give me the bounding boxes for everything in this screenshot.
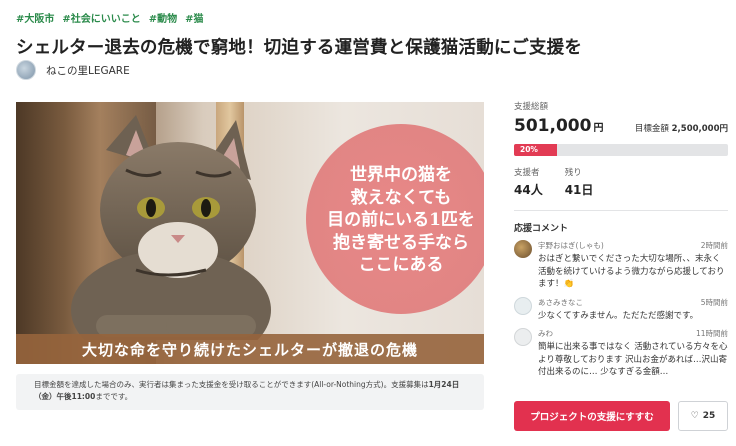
progress-percent: 20% — [520, 145, 538, 154]
tag-cats[interactable]: #猫 — [185, 10, 203, 25]
divider — [514, 210, 728, 211]
circle-line-5: ここにある — [358, 255, 444, 275]
funding-panel: 支援総額 501,000 円 目標金額 2,500,000円 20% 支援者 44… — [514, 100, 728, 378]
comment-time: 5時間前 — [700, 297, 728, 307]
supporters-value: 44人 — [514, 183, 543, 197]
circle-line-2: 救えなくても — [350, 187, 452, 208]
comment-text: 簡単に出来る事ではなく 活動されている方々を心より尊敬しております 沢山お金があ… — [538, 342, 728, 377]
circle-text: 世界中の猫を 救えなくても 目の前にいる1匹を 抱き寄せる手なら ここにある — [306, 164, 484, 277]
remaining-stat: 残り 41日 — [565, 166, 594, 198]
commenter-name: 宇野おはぎ(しゃも) — [538, 241, 604, 250]
default-avatar-icon — [514, 296, 532, 315]
commenter-name: あさみきなこ — [538, 297, 583, 307]
tag-list: #大阪市 #社会にいいこと #動物 #猫 — [16, 10, 204, 25]
project-title: シェルター退去の危機で窮地！切迫する運営費と保護猫活動にご支援を — [16, 38, 583, 58]
circle-line-4: 抱き寄せる手なら — [333, 232, 469, 253]
total-label: 支援総額 — [514, 102, 549, 112]
tag-animals[interactable]: #動物 — [149, 10, 177, 25]
cat-illustration — [71, 115, 271, 340]
project-owner[interactable]: ねこの里LEGARE — [16, 60, 130, 80]
message-circle: 世界中の猫を 救えなくても 目の前にいる1匹を 抱き寄せる手なら ここにある — [306, 124, 484, 314]
goal-amount: 目標金額 2,500,000円 — [635, 122, 728, 134]
tag-social-good[interactable]: #社会にいいこと — [62, 10, 140, 25]
remaining-label: 残り — [564, 168, 582, 178]
commenter-avatar — [514, 240, 532, 258]
comments-title: 応援コメント — [514, 224, 569, 234]
comment-item[interactable]: あさみきなこ 5時間前 少なくてすみません。ただただ感謝です。 — [514, 296, 728, 323]
comment-time: 2時間前 — [700, 241, 728, 250]
notice-suffix: までです。 — [95, 392, 133, 401]
circle-line-1: 世界中の猫を — [350, 165, 452, 185]
total-value: 501,000 — [514, 116, 592, 136]
remaining-value: 41日 — [564, 183, 594, 197]
stats: 支援者 44人 残り 41日 — [514, 166, 728, 198]
total-amount: 501,000 円 — [514, 116, 603, 136]
owner-avatar[interactable] — [16, 60, 36, 80]
commenter-name: みわ — [538, 329, 553, 338]
favorite-count: 25 — [702, 411, 716, 421]
supporters-stat: 支援者 44人 — [514, 166, 543, 198]
hero-banner: 大切な命を守り続けたシェルターが撤退の危機 — [16, 334, 484, 364]
comment-item[interactable]: みわ 11時間前 簡単に出来る事ではなく 活動されている方々を心より尊敬しておりま… — [514, 328, 728, 378]
hero-image: 世界中の猫を 救えなくても 目の前にいる1匹を 抱き寄せる手なら ここにある 大… — [16, 102, 484, 364]
comment-text: 少なくてすみません。ただただ感謝です。 — [538, 310, 699, 321]
goal-label: 目標金額 — [634, 124, 669, 134]
circle-line-3: 目の前にいる1匹を — [327, 210, 475, 230]
banner-text: 大切な命を守り続けたシェルターが撤退の危機 — [81, 340, 418, 359]
comment-item[interactable]: 宇野おはぎ(しゃも) 2時間前 おはぎと繋いでくださった大切な場所、、末永く活動を… — [514, 240, 728, 291]
goal-value: 2,500,000円 — [671, 124, 728, 134]
favorite-button[interactable]: ♡ 25 — [678, 401, 728, 431]
comment-text: おはぎと繋いでくださった大切な場所、、末永く活動を続けていけるよう微力ながら応援… — [538, 254, 725, 289]
default-avatar-icon — [514, 328, 532, 346]
progress-bar: 20% — [514, 144, 728, 156]
heart-icon: ♡ — [690, 411, 699, 421]
support-project-button[interactable]: プロジェクトの支援にすすむ — [514, 401, 670, 431]
total-unit: 円 — [593, 123, 604, 134]
comment-time: 11時間前 — [695, 329, 728, 338]
supporters-label: 支援者 — [514, 168, 540, 178]
funding-notice: 目標金額を達成した場合のみ、実行者は集まった支援金を受け取ることができます(Al… — [16, 374, 484, 410]
owner-name[interactable]: ねこの里LEGARE — [46, 63, 130, 78]
notice-text: 目標金額を達成した場合のみ、実行者は集まった支援金を受け取ることができます(Al… — [34, 380, 429, 389]
tag-osaka[interactable]: #大阪市 — [16, 10, 54, 25]
